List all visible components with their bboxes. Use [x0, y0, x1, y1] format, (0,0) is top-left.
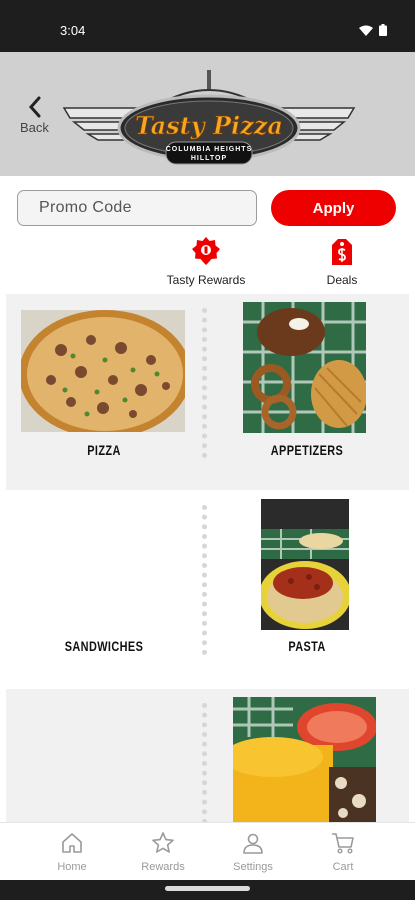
grid-divider	[202, 703, 208, 822]
category-pasta[interactable]: PASTA	[209, 491, 405, 687]
category-grid: PIZZA APPETIZERS SANDWICHES PASTA	[0, 294, 415, 822]
rewards-badge-icon	[192, 237, 220, 265]
category-row: SANDWICHES PASTA	[6, 491, 409, 687]
logo-title: Tasty Pizza	[135, 111, 283, 140]
category-sandwiches[interactable]: SANDWICHES	[6, 491, 202, 687]
star-icon	[152, 832, 174, 853]
nav-cart-label: Cart	[332, 861, 354, 873]
tasty-pizza-logo: Tasty Pizza COLUMBIA HEIGHTS HILLTOP	[62, 70, 356, 165]
category-item[interactable]	[6, 689, 202, 822]
chevron-left-icon	[28, 96, 41, 118]
status-bar: 3:04	[0, 0, 415, 52]
status-time: 3:04	[60, 23, 86, 38]
nav-rewards[interactable]: Rewards	[118, 823, 208, 881]
nav-home-label: Home	[57, 861, 87, 873]
nav-cart[interactable]: Cart	[298, 823, 388, 881]
home-gesture-bar[interactable]	[165, 886, 250, 891]
deals-link[interactable]: Deals	[316, 236, 368, 290]
battery-icon	[379, 24, 387, 36]
promo-code-input[interactable]	[17, 190, 257, 226]
category-label: PIZZA	[87, 442, 121, 458]
wifi-icon	[359, 25, 373, 36]
category-label: PASTA	[288, 638, 326, 654]
nav-home[interactable]: Home	[27, 823, 117, 881]
cart-icon	[332, 833, 354, 854]
home-icon	[62, 833, 82, 853]
tasty-rewards-label: Tasty Rewards	[166, 273, 246, 287]
promo-row: Apply	[0, 188, 415, 230]
system-nav-bar	[0, 880, 415, 900]
deals-label: Deals	[326, 273, 358, 287]
bottom-nav: Home Rewards Settings Cart	[0, 822, 415, 880]
pizza-photo	[21, 310, 185, 432]
person-icon	[243, 833, 263, 854]
category-label: APPETIZERS	[270, 442, 344, 458]
category-item[interactable]	[209, 689, 405, 822]
status-icons	[359, 24, 387, 36]
apply-button[interactable]: Apply	[271, 190, 396, 226]
logo-subtitle-1: COLUMBIA HEIGHTS	[166, 146, 253, 153]
back-button[interactable]: Back	[18, 96, 58, 140]
burger-photo	[233, 697, 376, 822]
category-row	[6, 689, 409, 822]
category-row: PIZZA APPETIZERS	[6, 294, 409, 490]
category-pizza[interactable]: PIZZA	[6, 294, 202, 490]
nav-settings[interactable]: Settings	[208, 823, 298, 881]
tasty-rewards-link[interactable]: Tasty Rewards	[163, 236, 249, 290]
appetizers-photo	[243, 302, 366, 433]
category-appetizers[interactable]: APPETIZERS	[209, 294, 405, 490]
grid-divider	[202, 505, 208, 655]
category-label: SANDWICHES	[64, 638, 144, 654]
nav-settings-label: Settings	[233, 861, 273, 873]
grid-divider	[202, 308, 208, 458]
pasta-photo	[261, 499, 349, 630]
logo-subtitle-2: HILLTOP	[191, 155, 227, 162]
back-label: Back	[20, 120, 49, 135]
nav-rewards-label: Rewards	[141, 861, 185, 873]
deals-tag-icon	[332, 239, 352, 265]
